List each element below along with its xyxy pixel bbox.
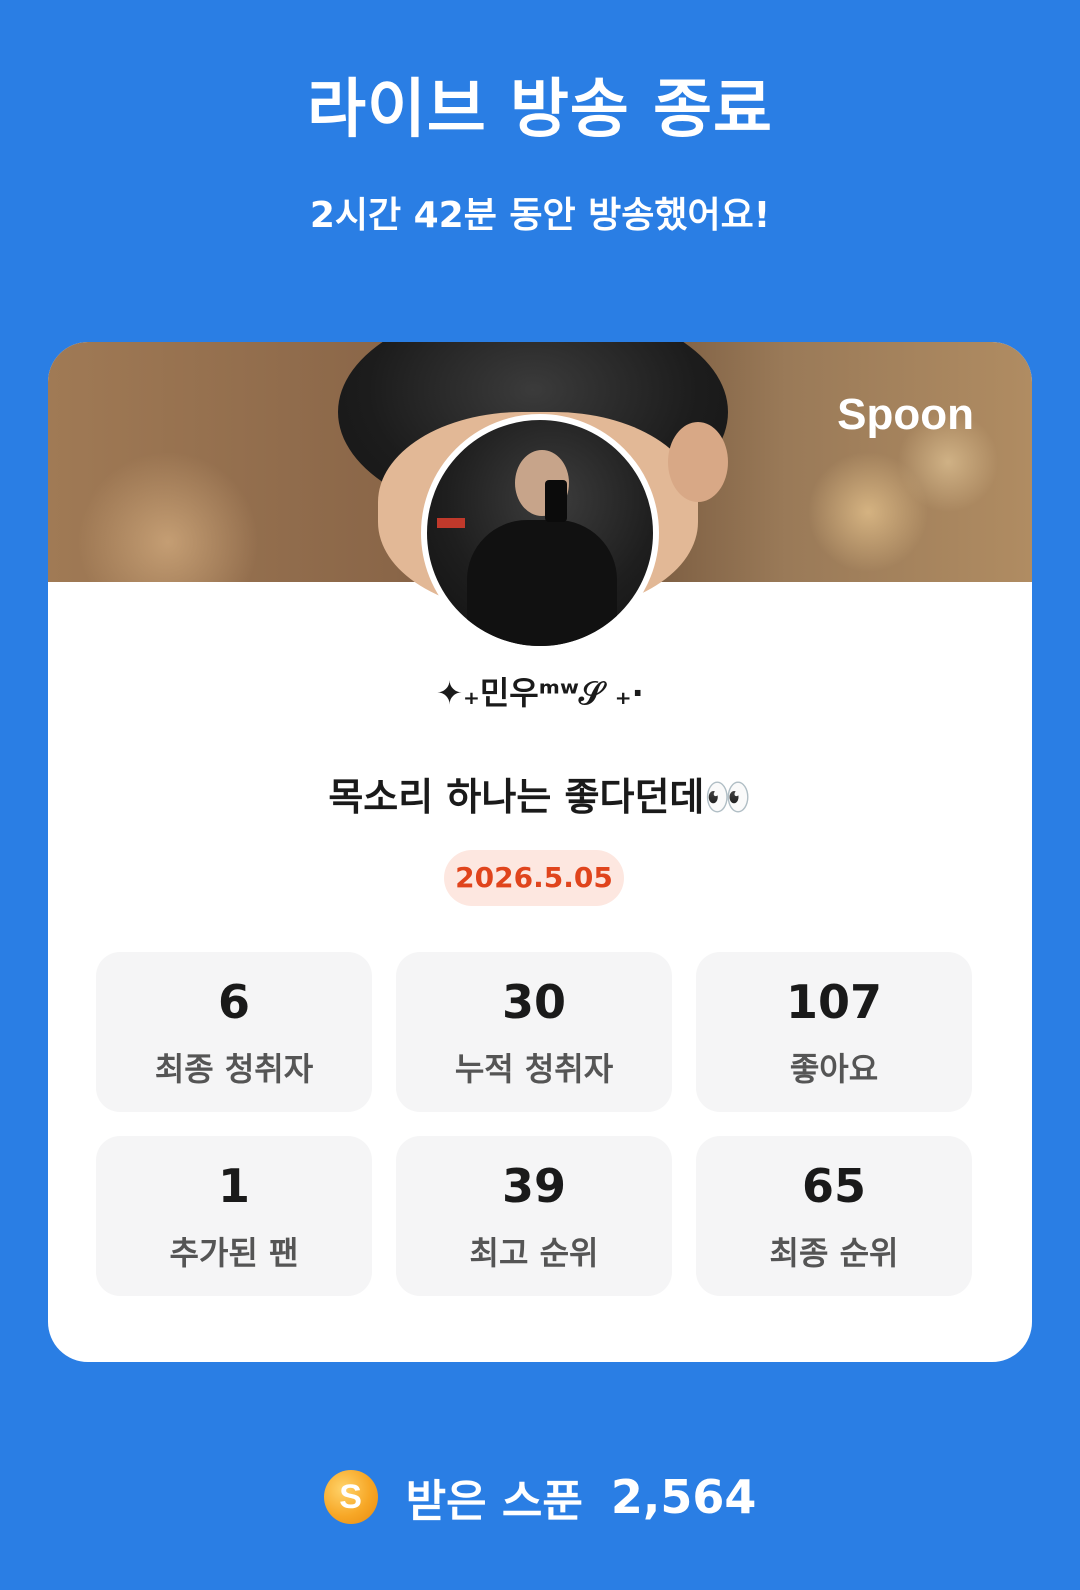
stat-likes: 107 좋아요 (696, 952, 972, 1112)
page-title: 라이브 방송 종료 (307, 73, 773, 147)
broadcast-summary-card: Spoon ✦₊민우ᵐʷ𝒮 ₊· 목소리 하나는 좋다던데👀 2026.5.05… (48, 342, 1032, 1362)
avatar-torso (467, 520, 617, 646)
stats-grid: 6 최종 청취자 30 누적 청취자 107 좋아요 1 추가된 팬 39 최고… (96, 952, 972, 1296)
stat-label: 추가된 팬 (169, 1234, 299, 1272)
avatar-phone (545, 480, 567, 522)
stat-final-listeners: 6 최종 청취자 (96, 952, 372, 1112)
stat-value: 107 (785, 975, 883, 1029)
received-spoons-value: 2,564 (610, 1470, 757, 1524)
broadcast-title: 목소리 하나는 좋다던데👀 (328, 775, 752, 819)
stat-best-rank: 39 최고 순위 (396, 1136, 672, 1296)
stat-final-rank: 65 최종 순위 (696, 1136, 972, 1296)
stat-label: 좋아요 (789, 1050, 879, 1088)
stat-label: 최종 순위 (769, 1234, 899, 1272)
spoon-logo: Spoon (837, 390, 974, 439)
avatar (421, 414, 659, 652)
received-spoons: S 받은 스푼 2,564 (0, 1466, 1080, 1528)
stat-value: 30 (501, 975, 566, 1029)
date-badge: 2026.5.05 (444, 850, 624, 906)
broadcast-duration: 2시간 42분 동안 방송했어요! (309, 195, 771, 236)
dj-nickname: ✦₊민우ᵐʷ𝒮 ₊· (436, 674, 644, 712)
spoon-coin-icon: S (323, 1470, 378, 1524)
stat-label: 최종 청취자 (154, 1050, 314, 1088)
stat-value: 65 (801, 1159, 866, 1213)
stat-label: 누적 청취자 (454, 1050, 614, 1088)
received-spoons-label: 받은 스푼 (405, 1476, 583, 1527)
stat-value: 1 (217, 1159, 250, 1213)
stat-value: 6 (217, 975, 250, 1029)
stat-label: 최고 순위 (469, 1234, 599, 1272)
stat-new-fans: 1 추가된 팬 (96, 1136, 372, 1296)
avatar-on-air-sign (437, 518, 465, 528)
stat-total-listeners: 30 누적 청취자 (396, 952, 672, 1112)
banner-figure-ear (668, 422, 728, 502)
stat-value: 39 (501, 1159, 566, 1213)
